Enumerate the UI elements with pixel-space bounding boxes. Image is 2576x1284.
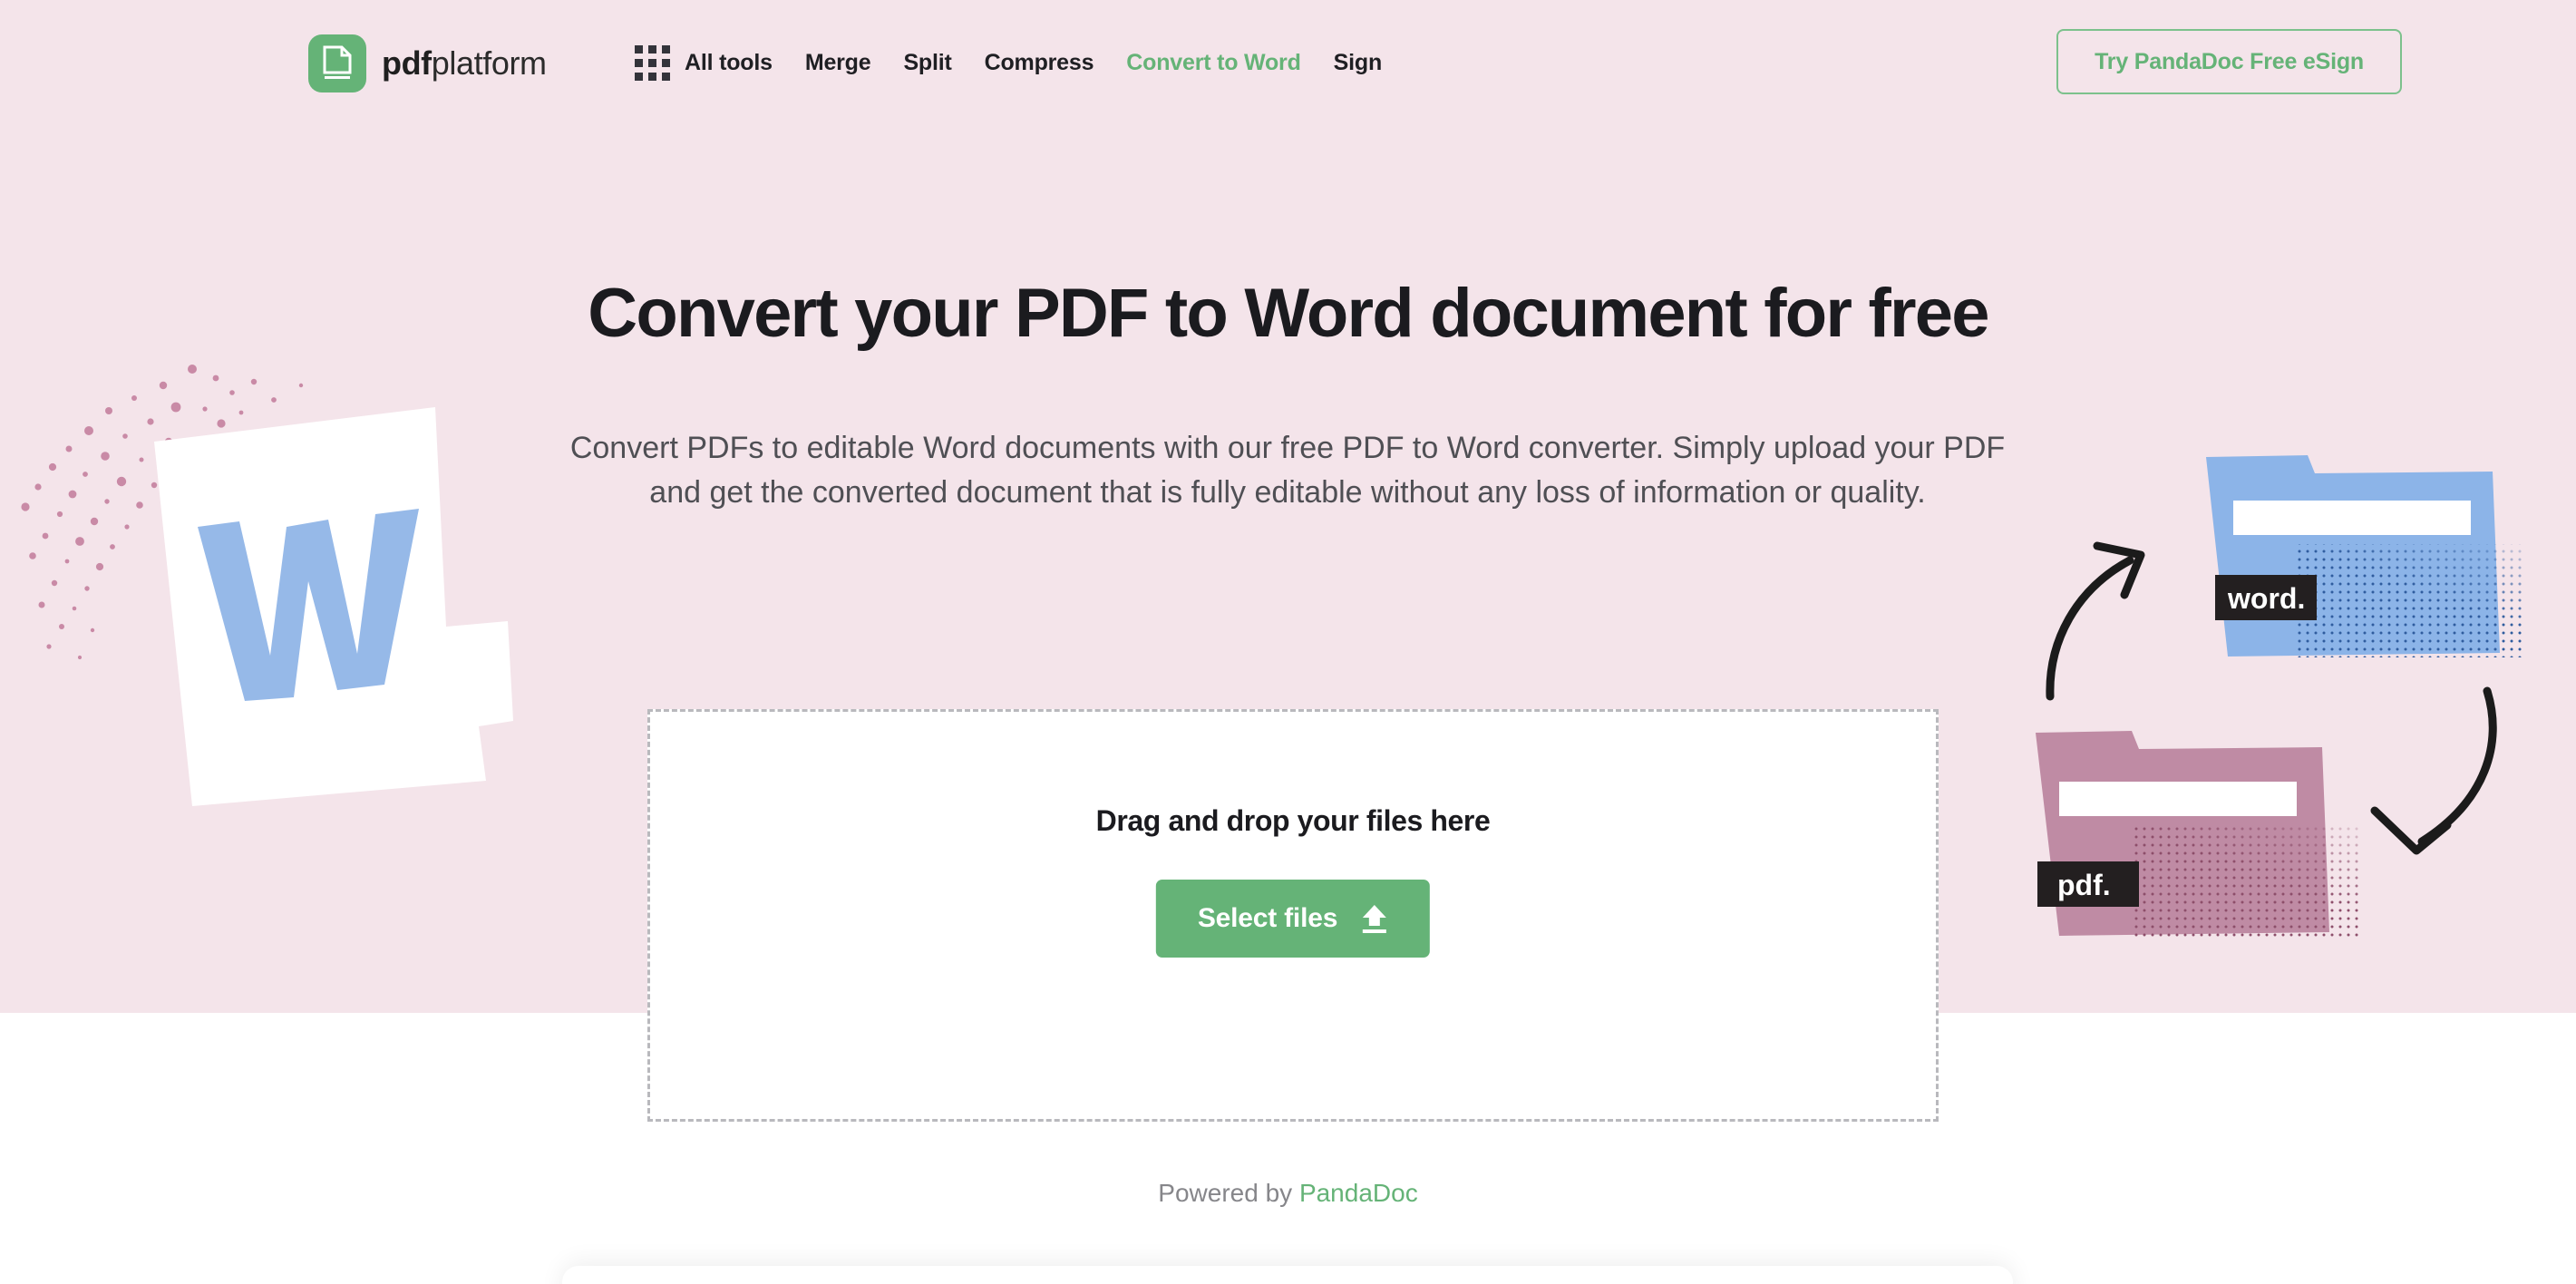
left-illustration [0,358,598,1013]
nav-item-convert-to-word[interactable]: Convert to Word [1126,50,1301,76]
powered-by-prefix: Powered by [1158,1179,1299,1207]
arrow-down [2370,686,2497,855]
page-root: word. pdf. pdfplatform All tools Merge S… [0,0,2576,1284]
page-title: Convert your PDF to Word document for fr… [588,275,1989,352]
brand-logo[interactable]: pdfplatform [308,34,547,92]
apps-grid-icon [635,45,670,81]
main-nav: All tools Merge Split Compress Convert t… [635,45,1382,81]
upload-icon [1361,904,1388,933]
file-dropzone[interactable]: Drag and drop your files here Select fil… [647,709,1939,1122]
document-icon [308,34,366,92]
nav-label-all-tools: All tools [685,50,773,75]
tag-word-label: word. [2227,582,2305,615]
nav-item-compress[interactable]: Compress [985,50,1094,76]
nav-item-split[interactable]: Split [903,50,951,76]
brand-name: pdfplatform [382,44,547,83]
dropzone-title: Drag and drop your files here [1095,804,1491,837]
arrow-up [2046,541,2145,701]
nav-item-sign[interactable]: Sign [1334,50,1383,76]
nav-item-merge[interactable]: Merge [805,50,871,76]
try-pandadoc-esign-button[interactable]: Try PandaDoc Free eSign [2056,29,2402,94]
folder-word: word. [2206,455,2522,657]
next-section-card [562,1266,2013,1284]
nav-item-all-tools[interactable]: All tools [635,45,773,81]
tag-pdf-label: pdf. [2057,869,2111,901]
brand-name-light: platform [431,44,547,82]
pandadoc-link[interactable]: PandaDoc [1299,1179,1418,1207]
brand-name-bold: pdf [382,44,432,82]
page-subtitle: Convert PDFs to editable Word documents … [569,431,2006,511]
site-header: pdfplatform All tools Merge Split Compre… [0,0,2576,136]
folder-pdf: pdf. [2036,731,2358,939]
select-files-label: Select files [1197,903,1338,933]
powered-by: Powered by PandaDoc [0,1179,2576,1208]
select-files-button[interactable]: Select files [1155,880,1431,958]
right-illustration: word. pdf. [1996,435,2576,943]
